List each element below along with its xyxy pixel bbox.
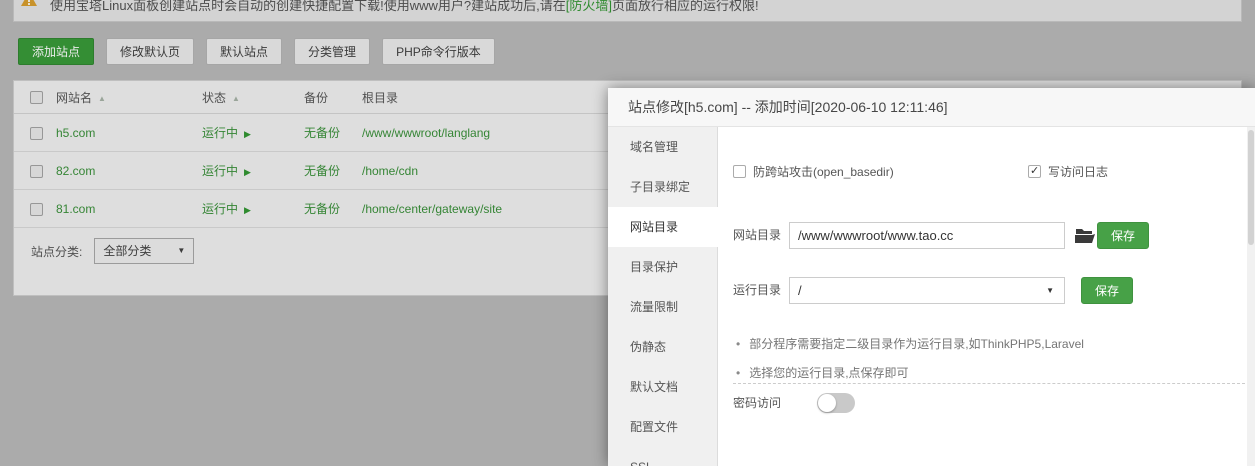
category-filter-row: 站点分类: 全部分类 ▼ [31,237,194,265]
modal-sidebar-item[interactable]: 网站目录 [608,207,718,247]
modal-scrollbar[interactable] [1247,127,1255,466]
category-select[interactable]: 全部分类 ▼ [94,238,194,264]
sort-asc-icon[interactable]: ▲ [98,94,106,103]
column-header-backup: 备份 [304,89,362,106]
dashed-divider [733,383,1245,384]
modal-sidebar-item[interactable]: 目录保护 [608,247,717,287]
access-log-label: 写访问日志 [1048,163,1108,180]
modal-sidebar-item[interactable]: 伪静态 [608,327,717,367]
open-basedir-label: 防跨站攻击(open_basedir) [753,163,894,180]
toolbar-button[interactable]: 添加站点 [18,38,94,65]
modal-sidebar-item[interactable]: 域名管理 [608,127,717,167]
row-checkbox[interactable] [30,127,43,140]
toggle-knob [818,394,836,412]
tip-item: 部分程序需要指定二级目录作为运行目录,如ThinkPHP5,Laravel [736,335,1084,352]
column-header-status-label: 状态 [202,91,226,105]
notice-text-pre: 使用宝塔Linux面板创建站点时会自动的创建快捷配置下载!使用www用户?建站成… [50,0,566,13]
tips-list: 部分程序需要指定二级目录作为运行目录,如ThinkPHP5,Laravel 选择… [736,335,1084,393]
site-root-path[interactable]: /home/cdn [362,164,418,178]
modal-sidebar-item[interactable]: 子目录绑定 [608,167,717,207]
site-root-path[interactable]: /www/wwwroot/langlang [362,126,490,140]
row-checkbox[interactable] [30,203,43,216]
scrollbar-thumb[interactable] [1248,130,1254,245]
save-site-dir-button[interactable]: 保存 [1097,222,1149,249]
site-name-link[interactable]: 81.com [56,202,95,216]
site-backup-link[interactable]: 无备份 [304,164,340,178]
modal-sidebar-item[interactable]: 默认文档 [608,367,717,407]
site-status-link[interactable]: 运行中 [202,164,238,178]
notice-text: 使用宝塔Linux面板创建站点时会自动的创建快捷配置下载!使用www用户?建站成… [50,0,759,14]
toolbar-button[interactable]: 分类管理 [294,38,370,65]
run-dir-select[interactable]: / ▼ [789,277,1065,304]
play-icon[interactable]: ▶ [244,129,251,139]
caret-down-icon: ▼ [1046,278,1054,303]
run-dir-label: 运行目录 [733,277,781,304]
site-root-path[interactable]: /home/center/gateway/site [362,202,502,216]
modal-body: 域名管理 子目录绑定 网站目录 目录保护 流量限制 伪静态 默认文档 配置文件 … [608,127,1255,466]
toolbar: 添加站点 修改默认页 默认站点 分类管理 PHP命令行版本 [18,38,495,65]
toolbar-button[interactable]: 修改默认页 [106,38,194,65]
tip-item: 选择您的运行目录,点保存即可 [736,364,1084,381]
column-header-name-label: 网站名 [56,91,92,105]
password-access-label: 密码访问 [733,390,781,417]
save-run-dir-button[interactable]: 保存 [1081,277,1133,304]
select-all-checkbox[interactable] [30,91,43,104]
folder-icon[interactable] [1075,227,1095,249]
category-filter-label: 站点分类: [31,243,82,260]
site-edit-modal: 站点修改[h5.com] -- 添加时间[2020-06-10 12:11:46… [608,88,1255,466]
site-dir-label: 网站目录 [733,222,781,249]
play-icon[interactable]: ▶ [244,205,251,215]
password-access-toggle[interactable] [817,393,855,413]
category-select-value: 全部分类 [103,244,151,258]
modal-content: 防跨站攻击(open_basedir) 写访问日志 网站目录 保存 运行目录 /… [718,127,1255,466]
warning-icon [21,0,37,11]
notice-link[interactable]: [防火墙] [566,0,612,13]
column-header-status[interactable]: 状态 ▲ [202,89,304,106]
modal-title: 站点修改[h5.com] -- 添加时间[2020-06-10 12:11:46… [608,88,1255,127]
column-header-name[interactable]: 网站名 ▲ [56,89,202,106]
modal-sidebar-item[interactable]: SSL [608,447,717,466]
open-basedir-group: 防跨站攻击(open_basedir) [733,163,894,180]
site-backup-link[interactable]: 无备份 [304,126,340,140]
site-dir-input[interactable] [789,222,1065,249]
toolbar-button[interactable]: 默认站点 [206,38,282,65]
notice-text-post: 页面放行相应的运行权限! [612,0,759,13]
modal-sidebar-item[interactable]: 配置文件 [608,407,717,447]
open-basedir-checkbox[interactable] [733,165,746,178]
site-backup-link[interactable]: 无备份 [304,202,340,216]
modal-sidebar-item[interactable]: 流量限制 [608,287,717,327]
access-log-group: 写访问日志 [1028,163,1108,180]
notice-bar: 使用宝塔Linux面板创建站点时会自动的创建快捷配置下载!使用www用户?建站成… [13,0,1242,22]
site-name-link[interactable]: 82.com [56,164,95,178]
modal-sidebar: 域名管理 子目录绑定 网站目录 目录保护 流量限制 伪静态 默认文档 配置文件 … [608,127,718,466]
row-checkbox[interactable] [30,165,43,178]
site-status-link[interactable]: 运行中 [202,126,238,140]
play-icon[interactable]: ▶ [244,167,251,177]
caret-down-icon: ▼ [177,239,185,263]
site-status-link[interactable]: 运行中 [202,202,238,216]
access-log-checkbox[interactable] [1028,165,1041,178]
sort-asc-icon[interactable]: ▲ [232,94,240,103]
toolbar-button[interactable]: PHP命令行版本 [382,38,495,65]
site-name-link[interactable]: h5.com [56,126,95,140]
run-dir-select-value: / [798,283,802,298]
